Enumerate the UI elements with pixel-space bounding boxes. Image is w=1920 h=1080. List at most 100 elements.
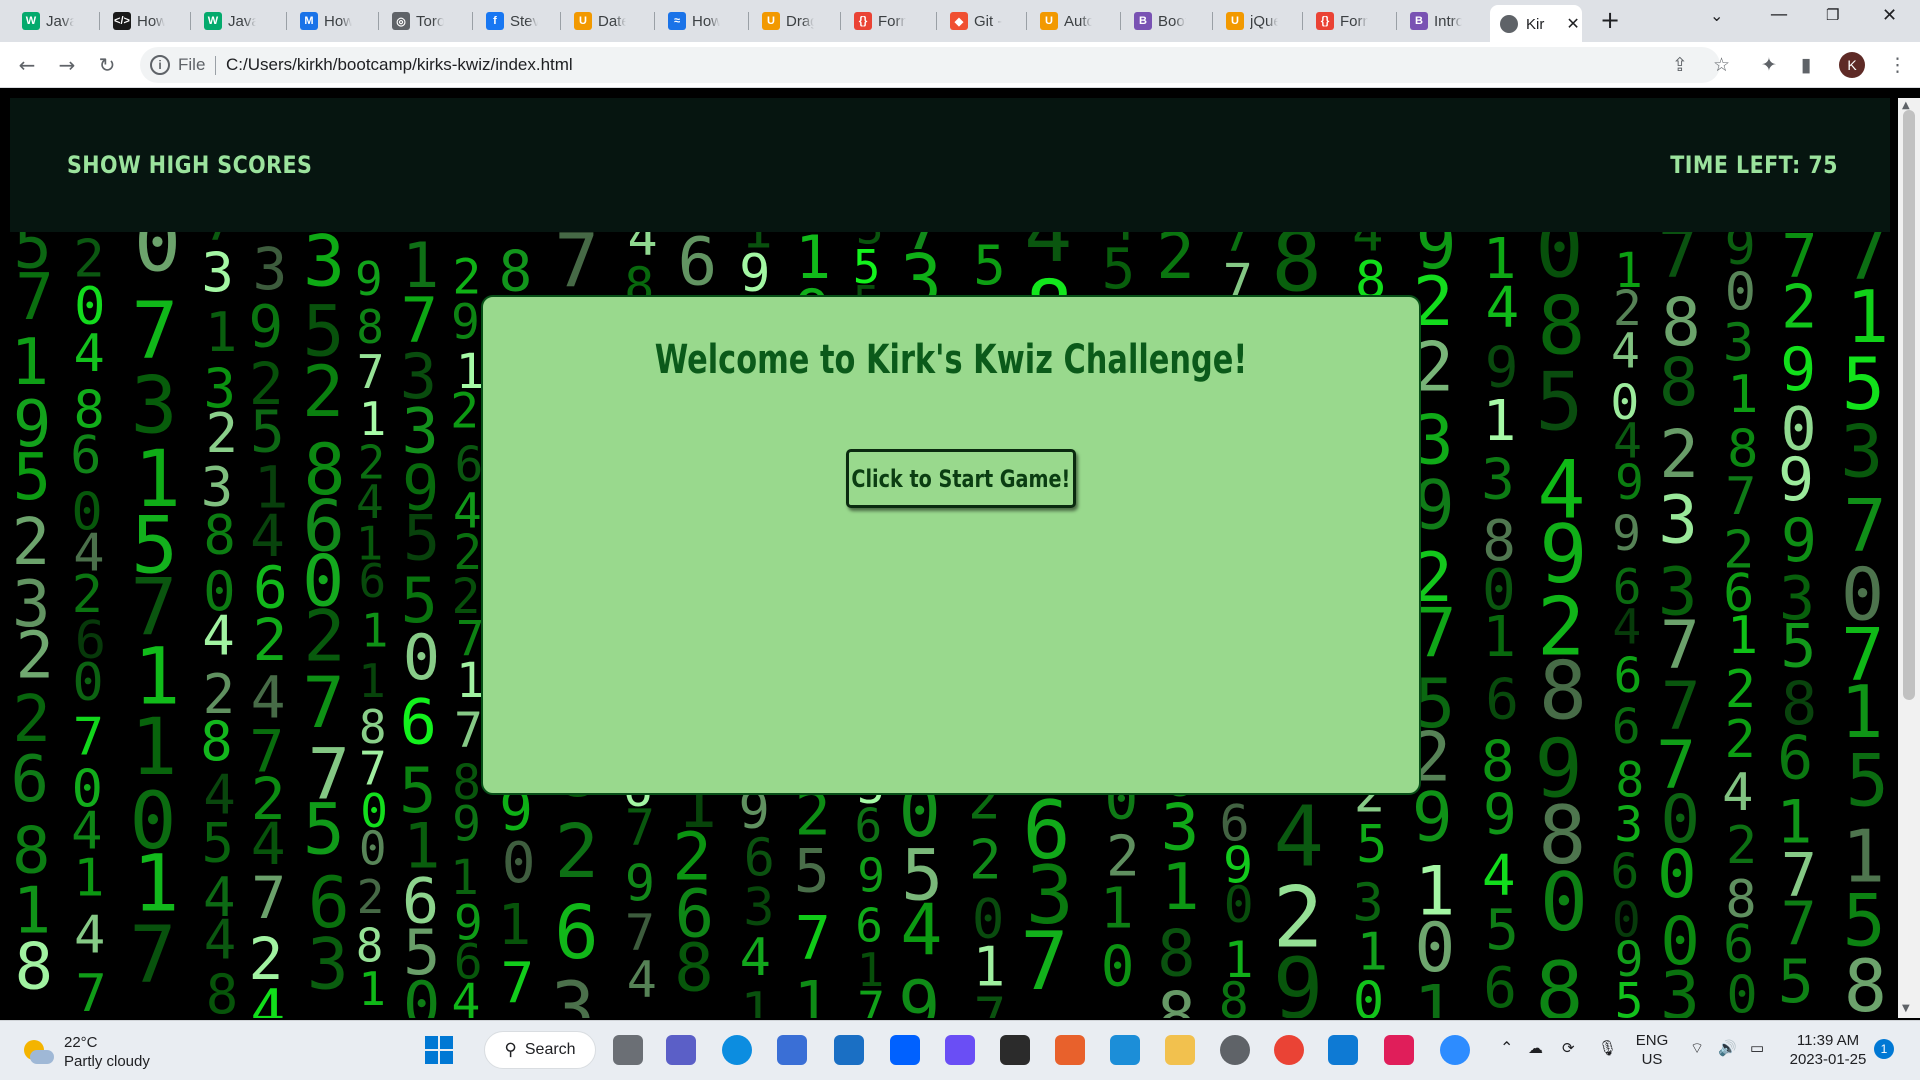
zoom-icon[interactable]	[1440, 1035, 1470, 1065]
teams-icon[interactable]	[666, 1035, 696, 1065]
matrix-digit: 8	[15, 930, 54, 1004]
matrix-digit: 2	[1726, 816, 1757, 876]
browser-tab[interactable]: B Introd	[1402, 7, 1462, 35]
edge-icon[interactable]	[722, 1035, 752, 1065]
notification-badge[interactable]: 1	[1874, 1039, 1894, 1059]
battery-icon[interactable]: ▭	[1750, 1039, 1764, 1058]
office-icon[interactable]	[1055, 1035, 1085, 1065]
reload-button[interactable]: ↻	[93, 51, 121, 79]
active-tab-label: Kir	[1526, 15, 1545, 33]
browser-tab[interactable]: U Dragg	[754, 7, 814, 35]
partly-cloudy-icon	[22, 1038, 54, 1066]
active-tab[interactable]: Kir ✕	[1490, 5, 1582, 42]
sync-icon[interactable]: ⟳	[1562, 1039, 1575, 1058]
show-high-scores-link[interactable]: SHOW HIGH SCORES	[67, 151, 312, 179]
time-left-display: TIME LEFT: 75	[1670, 151, 1838, 179]
menu-icon[interactable]: ⋮	[1888, 54, 1907, 76]
matrix-digit: 3	[1658, 482, 1698, 559]
tray-overflow-icon[interactable]: ⌃	[1500, 1039, 1513, 1058]
matrix-digit: 7	[129, 911, 176, 1001]
matrix-digit: 1	[361, 603, 389, 657]
browser-tab[interactable]: U Datep	[566, 7, 626, 35]
start-game-button[interactable]: Click to Start Game!	[846, 449, 1076, 508]
tab-label: Dragg	[786, 12, 814, 30]
quiz-card: Welcome to Kirk's Kwiz Challenge! Click …	[481, 295, 1421, 795]
clock[interactable]: 11:39 AM 2023-01-25	[1780, 1031, 1876, 1069]
close-tab-icon[interactable]: ✕	[1566, 14, 1579, 34]
taskbar-search[interactable]: ⚲ Search	[484, 1031, 596, 1069]
matrix-digit: 7	[501, 952, 535, 1017]
browser-tab[interactable]: B Bootst	[1126, 7, 1186, 35]
matrix-digit: 6	[554, 890, 599, 976]
store-icon[interactable]	[777, 1035, 807, 1065]
scroll-down-arrow[interactable]: ▼	[1902, 1003, 1910, 1014]
minimize-button[interactable]: —	[1770, 4, 1788, 25]
matrix-digit: 1	[794, 968, 830, 1018]
info-icon[interactable]: i	[150, 55, 170, 75]
url-text[interactable]: C:/Users/kirkh/bootcamp/kirks-kwiz/index…	[226, 55, 573, 75]
new-tab-button[interactable]: +	[1600, 6, 1620, 34]
browser-tab[interactable]: M How t	[292, 7, 352, 35]
chrome-dev-icon[interactable]	[1220, 1035, 1250, 1065]
browser-tab[interactable]: ≈ How T	[660, 7, 720, 35]
browser-tab[interactable]: W JavaSc	[196, 7, 256, 35]
mail-icon[interactable]	[834, 1035, 864, 1065]
browser-tab[interactable]: W JavaSc	[14, 7, 74, 35]
matrix-digit: 5	[1615, 973, 1644, 1018]
scroll-up-arrow[interactable]: ▲	[1902, 100, 1910, 111]
tab-label: Datep	[598, 12, 626, 30]
matrix-digit: 0	[403, 621, 440, 694]
weather-widget[interactable]: 22°C Partly cloudy	[22, 1033, 150, 1071]
tab-separator	[1120, 12, 1121, 30]
onedrive-icon[interactable]: ☁	[1528, 1039, 1543, 1058]
language-indicator[interactable]: ENG US	[1630, 1031, 1674, 1069]
matrix-digit: 7	[1020, 915, 1068, 1008]
browser-tab[interactable]: </> How t	[105, 7, 165, 35]
browser-tab[interactable]: UjQuery	[1218, 7, 1278, 35]
side-panel-icon[interactable]: ▮	[1801, 54, 1811, 76]
close-window-button[interactable]: ✕	[1882, 5, 1897, 26]
wifi-icon[interactable]: ⌔	[1690, 1039, 1704, 1058]
matrix-digit: 3	[307, 924, 349, 1006]
address-bar[interactable]: i File C:/Users/kirkh/bootcamp/kirks-kwi…	[140, 47, 1720, 83]
w3schools-icon: W	[204, 12, 222, 30]
dropbox-icon[interactable]	[890, 1035, 920, 1065]
remote-desktop-icon[interactable]	[1110, 1035, 1140, 1065]
clipchamp-icon[interactable]	[945, 1035, 975, 1065]
browser-tab[interactable]: {} Forma	[1308, 7, 1368, 35]
extensions-icon[interactable]: ✦	[1761, 54, 1777, 76]
volume-icon[interactable]: 🔊	[1718, 1039, 1737, 1058]
matrix-digit: 2	[302, 351, 344, 433]
matrix-digit: 5	[1485, 898, 1519, 963]
tab-separator	[840, 12, 841, 30]
slack-icon[interactable]	[1384, 1035, 1414, 1065]
tab-search-icon[interactable]: ⌄	[1710, 6, 1723, 25]
chrome-icon[interactable]	[1274, 1035, 1304, 1065]
matrix-digit: 8	[1535, 945, 1583, 1018]
bookmark-star-icon[interactable]: ☆	[1713, 54, 1730, 76]
vscode-icon[interactable]	[1328, 1035, 1358, 1065]
forward-button[interactable]: →	[53, 51, 81, 79]
browser-tab[interactable]: f Stevie	[478, 7, 538, 35]
task-view-icon[interactable]	[613, 1035, 643, 1065]
cursor-icon[interactable]	[1000, 1035, 1030, 1065]
restore-button[interactable]: ❐	[1826, 6, 1839, 24]
microphone-icon[interactable]: 🎙	[1598, 1039, 1617, 1058]
browser-tab[interactable]: {} Forma	[846, 7, 906, 35]
matrix-digit: 4	[250, 976, 285, 1018]
matrix-digit: 5	[303, 788, 345, 870]
bootcamp-icon: U	[1226, 12, 1244, 30]
tab-label: Forma	[878, 12, 906, 30]
matrix-digit: 9	[1615, 455, 1644, 511]
browser-tab[interactable]: ◎ Toront	[384, 7, 444, 35]
file-explorer-icon[interactable]	[1165, 1035, 1195, 1065]
tab-label: JavaSc	[228, 12, 256, 30]
matrix-digit: 4	[900, 890, 942, 972]
share-icon[interactable]: ⇪	[1672, 54, 1688, 76]
scrollbar-thumb[interactable]	[1903, 110, 1915, 700]
back-button[interactable]: ←	[13, 51, 41, 79]
profile-avatar[interactable]: K	[1839, 52, 1865, 78]
start-button[interactable]	[424, 1035, 454, 1065]
browser-tab[interactable]: ◆ Git - g	[942, 7, 1002, 35]
browser-tab[interactable]: U Autoc	[1032, 7, 1092, 35]
